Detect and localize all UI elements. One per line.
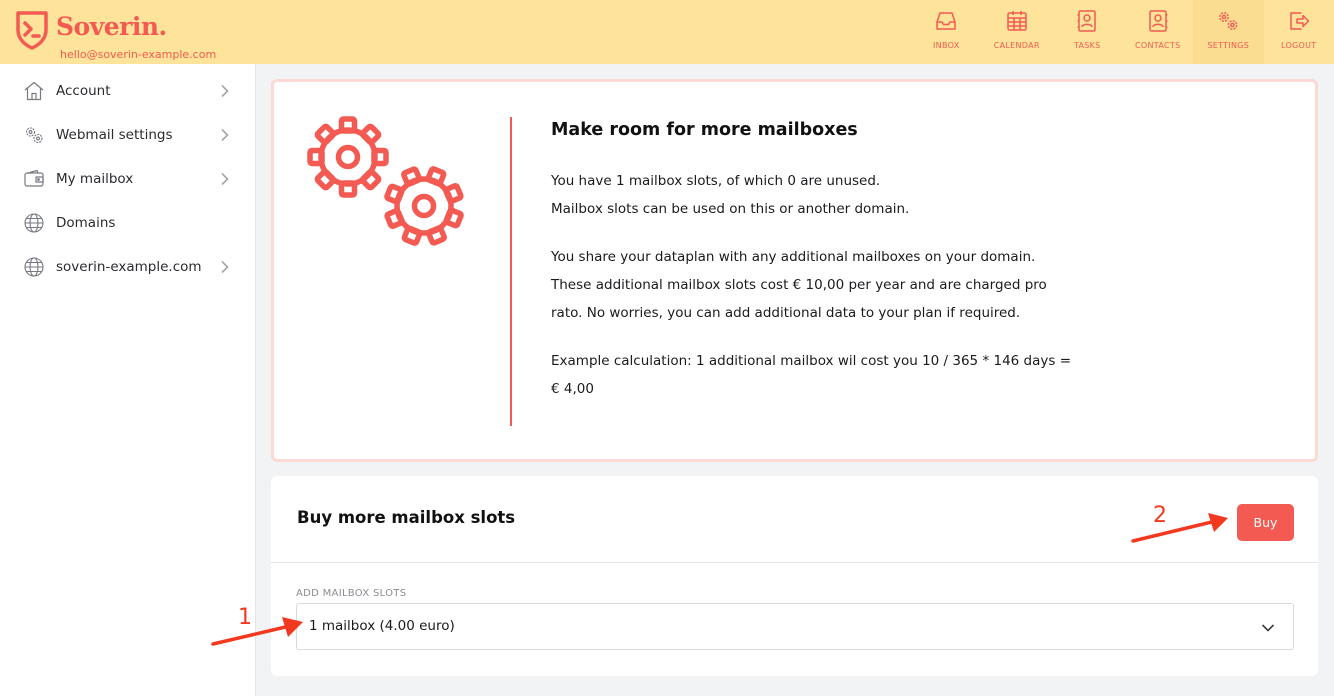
calendar-icon — [1007, 11, 1027, 31]
inbox-icon — [936, 12, 956, 30]
sidebar-item-account[interactable]: Account — [0, 69, 255, 113]
sidebar-item-domains[interactable]: Domains — [0, 201, 255, 245]
buy-card-title: Buy more mailbox slots — [297, 508, 516, 527]
selected-option: 1 mailbox (4.00 euro) — [309, 618, 455, 634]
sidebar-item-webmail-settings[interactable]: Webmail settings — [0, 113, 255, 157]
nav-label: LOGOUT — [1280, 41, 1317, 50]
nav-tasks[interactable]: TASKS — [1052, 0, 1123, 64]
settings-icon — [1219, 12, 1238, 30]
gears-illustration-icon — [307, 116, 464, 246]
sidebar-item-label: My mailbox — [56, 171, 134, 187]
nav-logout[interactable]: LOGOUT — [1264, 0, 1334, 64]
nav-settings[interactable]: SETTINGS — [1193, 0, 1264, 64]
wallet-icon — [24, 169, 44, 187]
info-title: Make room for more mailboxes — [551, 120, 858, 140]
info-text-line: Mailbox slots can be used on this or ano… — [551, 201, 910, 217]
globe-icon — [24, 213, 44, 233]
vertical-divider — [510, 117, 512, 426]
info-text-line: You have 1 mailbox slots, of which 0 are… — [551, 173, 881, 189]
shield-logo-icon — [16, 11, 48, 50]
annotation-arrow-icon — [1131, 513, 1228, 543]
nav-label: CALENDAR — [993, 41, 1040, 50]
sidebar-item-label: Account — [56, 83, 111, 99]
info-text-line: You share your dataplan with any additio… — [551, 249, 1036, 265]
sidebar-item-label: soverin-example.com — [56, 259, 202, 275]
info-text-line: Example calculation: 1 additional mailbo… — [551, 353, 1072, 369]
nav-inbox[interactable]: INBOX — [911, 0, 982, 64]
sidebar-item-domain[interactable]: soverin-example.com — [0, 245, 255, 289]
mailbox-slots-label: ADD MAILBOX SLOTS — [296, 588, 407, 599]
info-text-line: rato. No worries, you can add additional… — [551, 305, 1021, 321]
contacts-icon — [1149, 10, 1168, 32]
chevron-down-icon — [1261, 624, 1275, 632]
card-divider — [271, 562, 1318, 563]
chevron-right-icon — [221, 172, 229, 186]
sidebar-item-label: Webmail settings — [56, 127, 173, 143]
tasks-icon — [1077, 10, 1096, 32]
top-nav: INBOX CALENDAR TASKS CONTACTS SETTINGS L… — [911, 0, 1334, 64]
mailbox-slots-select[interactable]: 1 mailbox (4.00 euro) — [296, 603, 1294, 650]
nav-label: CONTACTS — [1135, 41, 1181, 50]
annotation-arrow-icon — [211, 617, 303, 646]
home-icon — [24, 81, 44, 101]
gears-icon — [25, 127, 43, 144]
nav-label: TASKS — [1073, 41, 1101, 50]
brand-logo[interactable]: Soverin. hello@soverin-example.com — [14, 10, 216, 61]
info-text-line: These additional mailbox slots cost € 10… — [551, 277, 1047, 293]
account-email: hello@soverin-example.com — [60, 48, 217, 61]
info-card: Make room for more mailboxes You have 1 … — [271, 79, 1318, 462]
nav-label: INBOX — [933, 41, 960, 50]
info-text-line: € 4,00 — [551, 381, 594, 397]
logout-icon — [1290, 12, 1309, 30]
chevron-right-icon — [221, 260, 229, 274]
settings-sidebar: Account Webmail settings My mailbox Doma… — [0, 64, 256, 696]
buy-button[interactable]: Buy — [1237, 504, 1294, 541]
sidebar-item-my-mailbox[interactable]: My mailbox — [0, 157, 255, 201]
nav-label: SETTINGS — [1207, 41, 1250, 50]
sidebar-item-label: Domains — [56, 215, 116, 231]
brand-name: Soverin. — [56, 12, 167, 41]
chevron-right-icon — [221, 84, 229, 98]
top-header: Soverin. hello@soverin-example.com INBOX… — [0, 0, 1334, 64]
globe-icon — [24, 257, 44, 277]
chevron-right-icon — [221, 128, 229, 142]
nav-contacts[interactable]: CONTACTS — [1123, 0, 1194, 64]
nav-calendar[interactable]: CALENDAR — [982, 0, 1053, 64]
